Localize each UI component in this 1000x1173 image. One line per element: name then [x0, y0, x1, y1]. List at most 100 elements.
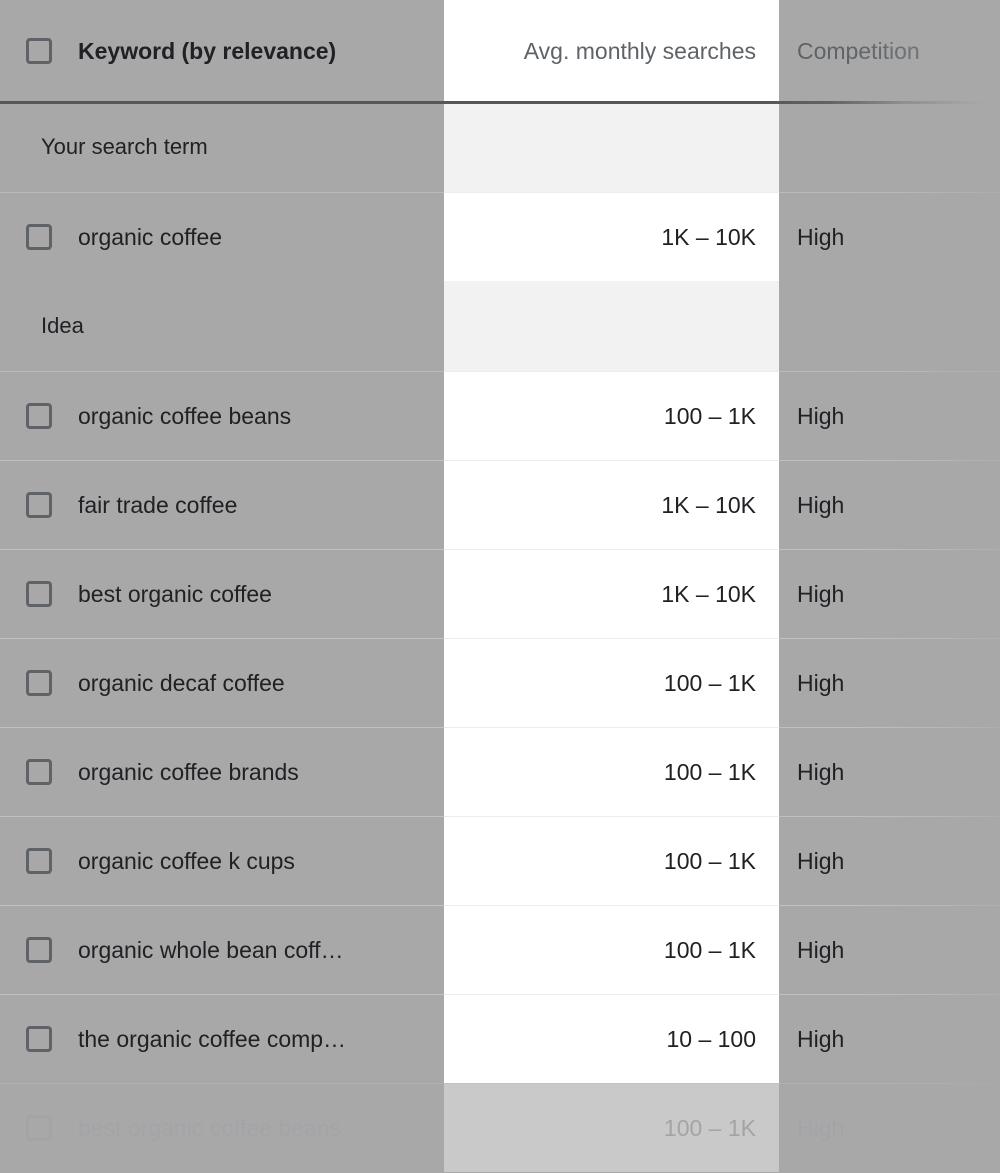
- keyword-label: fair trade coffee: [78, 491, 238, 518]
- group-label-cell: Your search term: [0, 102, 444, 192]
- competition-value: High: [797, 1025, 845, 1052]
- checkbox-icon[interactable]: [26, 670, 52, 696]
- group-competition-cell: [779, 281, 1000, 371]
- row-keyword-cell[interactable]: fair trade coffee: [0, 461, 444, 549]
- row-competition-cell: High: [779, 728, 1000, 816]
- row-keyword-cell[interactable]: organic decaf coffee: [0, 639, 444, 727]
- avg-monthly-searches-value: 1K – 10K: [661, 223, 756, 250]
- row-select-checkbox-cell[interactable]: [0, 403, 78, 429]
- row-searches-cell: 100 – 1K: [444, 1083, 779, 1172]
- competition-value: High: [797, 1114, 845, 1141]
- keyword-label: best organic coffee: [78, 580, 272, 607]
- row-keyword-cell[interactable]: organic coffee k cups: [0, 817, 444, 905]
- row-keyword-cell[interactable]: organic coffee brands: [0, 728, 444, 816]
- competition-value: High: [797, 580, 845, 607]
- header-cell-competition[interactable]: Competition: [779, 0, 1000, 102]
- table-row[interactable]: organic coffee brands 100 – 1K High: [0, 727, 1000, 816]
- row-select-checkbox-cell[interactable]: [0, 492, 78, 518]
- table-row[interactable]: organic coffee k cups 100 – 1K High: [0, 816, 1000, 905]
- table-row[interactable]: organic decaf coffee 100 – 1K High: [0, 638, 1000, 727]
- row-searches-cell: 1K – 10K: [444, 192, 779, 281]
- competition-value: High: [797, 758, 845, 785]
- competition-value: High: [797, 223, 845, 250]
- keyword-label: the organic coffee comp…: [78, 1025, 347, 1052]
- row-select-checkbox-cell[interactable]: [0, 759, 78, 785]
- keyword-label: organic coffee: [78, 223, 223, 250]
- row-searches-cell: 1K – 10K: [444, 460, 779, 549]
- row-keyword-cell[interactable]: organic whole bean coff…: [0, 906, 444, 994]
- row-keyword-cell[interactable]: the organic coffee comp…: [0, 995, 444, 1083]
- row-select-checkbox-cell[interactable]: [0, 670, 78, 696]
- row-competition-cell: High: [779, 817, 1000, 905]
- row-searches-cell: 100 – 1K: [444, 638, 779, 727]
- group-header-row: Idea: [0, 281, 1000, 371]
- row-keyword-cell[interactable]: best organic coffee: [0, 550, 444, 638]
- group-label: Idea: [41, 313, 84, 338]
- table-row[interactable]: best organic coffee beans 100 – 1K High: [0, 1083, 1000, 1172]
- table-row[interactable]: organic coffee beans 100 – 1K High: [0, 371, 1000, 460]
- row-searches-cell: 100 – 1K: [444, 727, 779, 816]
- row-competition-cell: High: [779, 639, 1000, 727]
- row-competition-cell: High: [779, 372, 1000, 460]
- header-cell-keyword[interactable]: Keyword (by relevance): [0, 0, 444, 102]
- keyword-label: organic coffee k cups: [78, 847, 295, 874]
- table-row[interactable]: organic coffee 1K – 10K High: [0, 192, 1000, 281]
- checkbox-icon[interactable]: [26, 1026, 52, 1052]
- row-competition-cell: High: [779, 906, 1000, 994]
- row-select-checkbox-cell[interactable]: [0, 581, 78, 607]
- table-row[interactable]: fair trade coffee 1K – 10K High: [0, 460, 1000, 549]
- competition-value: High: [797, 847, 845, 874]
- avg-monthly-searches-value: 100 – 1K: [663, 847, 756, 874]
- group-competition-cell: [779, 102, 1000, 192]
- column-header-keyword[interactable]: Keyword (by relevance): [78, 38, 336, 65]
- row-select-checkbox-cell[interactable]: [0, 1026, 78, 1052]
- group-label: Your search term: [41, 134, 208, 159]
- checkbox-icon[interactable]: [26, 759, 52, 785]
- row-keyword-cell[interactable]: best organic coffee beans: [0, 1084, 444, 1172]
- row-keyword-cell[interactable]: organic coffee: [0, 193, 444, 281]
- row-searches-cell: 100 – 1K: [444, 905, 779, 994]
- checkbox-icon[interactable]: [26, 38, 52, 64]
- header-cell-searches[interactable]: Avg. monthly searches: [444, 0, 779, 102]
- avg-monthly-searches-value: 100 – 1K: [663, 669, 756, 696]
- group-searches-cell: [444, 102, 779, 192]
- group-label-cell: Idea: [0, 281, 444, 371]
- row-competition-cell: High: [779, 995, 1000, 1083]
- avg-monthly-searches-value: 100 – 1K: [663, 936, 756, 963]
- row-keyword-cell[interactable]: organic coffee beans: [0, 372, 444, 460]
- keyword-planner-table: Keyword (by relevance) Avg. monthly sear…: [0, 0, 1000, 1173]
- competition-value: High: [797, 936, 845, 963]
- column-header-competition[interactable]: Competition: [797, 38, 920, 65]
- avg-monthly-searches-value: 1K – 10K: [661, 580, 756, 607]
- row-searches-cell: 10 – 100: [444, 994, 779, 1083]
- checkbox-icon[interactable]: [26, 492, 52, 518]
- row-select-checkbox-cell[interactable]: [0, 848, 78, 874]
- checkbox-icon[interactable]: [26, 1115, 52, 1141]
- competition-value: High: [797, 402, 845, 429]
- table-row[interactable]: best organic coffee 1K – 10K High: [0, 549, 1000, 638]
- avg-monthly-searches-value: 10 – 100: [666, 1025, 756, 1052]
- column-header-avg-monthly-searches[interactable]: Avg. monthly searches: [524, 38, 756, 65]
- select-all-checkbox-cell[interactable]: [0, 38, 78, 64]
- avg-monthly-searches-value: 100 – 1K: [663, 758, 756, 785]
- checkbox-icon[interactable]: [26, 581, 52, 607]
- competition-value: High: [797, 491, 845, 518]
- table-row[interactable]: the organic coffee comp… 10 – 100 High: [0, 994, 1000, 1083]
- row-searches-cell: 100 – 1K: [444, 371, 779, 460]
- checkbox-icon[interactable]: [26, 403, 52, 429]
- row-select-checkbox-cell[interactable]: [0, 224, 78, 250]
- keyword-label: organic coffee brands: [78, 758, 299, 785]
- keyword-label: best organic coffee beans: [78, 1114, 341, 1141]
- checkbox-icon[interactable]: [26, 937, 52, 963]
- row-select-checkbox-cell[interactable]: [0, 937, 78, 963]
- row-select-checkbox-cell[interactable]: [0, 1115, 78, 1141]
- keyword-label: organic whole bean coff…: [78, 936, 344, 963]
- checkbox-icon[interactable]: [26, 224, 52, 250]
- group-searches-cell: [444, 281, 779, 371]
- table-header-row: Keyword (by relevance) Avg. monthly sear…: [0, 0, 1000, 102]
- row-searches-cell: 1K – 10K: [444, 549, 779, 638]
- keyword-label: organic coffee beans: [78, 402, 292, 429]
- row-competition-cell: High: [779, 550, 1000, 638]
- table-row[interactable]: organic whole bean coff… 100 – 1K High: [0, 905, 1000, 994]
- checkbox-icon[interactable]: [26, 848, 52, 874]
